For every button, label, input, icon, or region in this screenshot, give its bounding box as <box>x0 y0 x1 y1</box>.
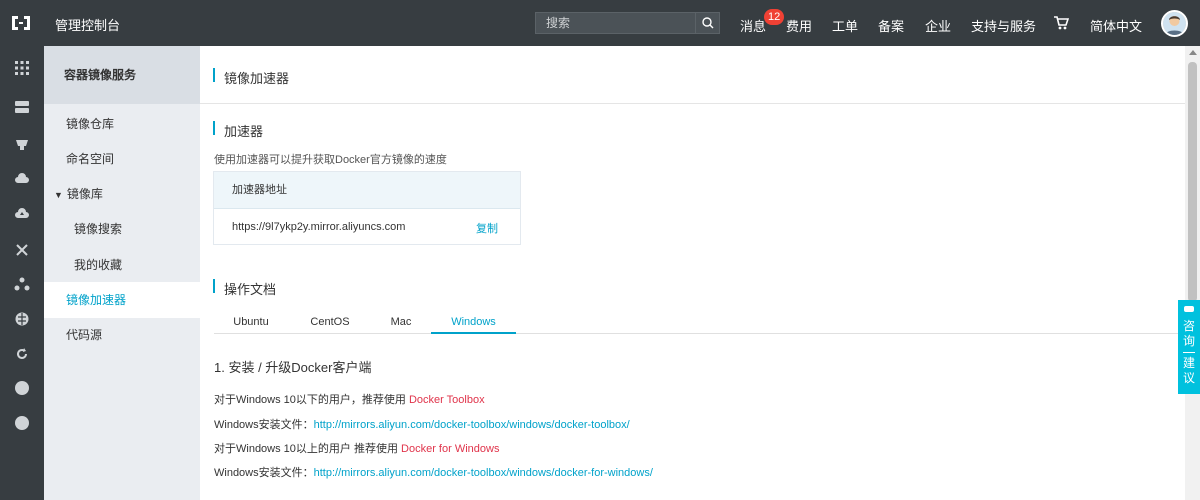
tab-ubuntu[interactable]: Ubuntu <box>222 316 280 334</box>
feedback-float-button[interactable]: 咨询 建议 <box>1178 300 1200 394</box>
avatar[interactable] <box>1161 10 1188 37</box>
database-icon[interactable] <box>14 136 30 152</box>
nav-icp[interactable]: 备案 <box>878 16 904 35</box>
nav-messages[interactable]: 消息 <box>740 16 766 35</box>
nav-language[interactable]: 简体中文 <box>1090 16 1142 35</box>
doc-line: 对于Windows 10以下的用户，推荐使用 Docker Toolbox <box>214 391 485 407</box>
page-header: 镜像加速器 <box>200 46 1185 104</box>
doc-text: Windows安装文件： <box>214 467 314 479</box>
doc-line: Windows安装文件：http://mirrors.aliyun.com/do… <box>214 416 630 432</box>
nav-fees[interactable]: 费用 <box>786 16 812 35</box>
accelerator-address-header: 加速器地址 <box>214 172 520 209</box>
accelerator-url: https://9l7ykp2y.mirror.aliyuncs.com <box>232 221 406 233</box>
os-tabs: Ubuntu CentOS Mac Windows <box>214 316 1185 334</box>
docs-section-title: 操作文档 <box>224 282 277 297</box>
doc-line: Windows安装文件：http://mirrors.aliyun.com/do… <box>214 464 653 480</box>
circle-icon[interactable] <box>14 415 30 431</box>
nav-tickets[interactable]: 工单 <box>832 16 858 35</box>
search-icon <box>702 17 714 29</box>
scrollbar-thumb[interactable] <box>1188 62 1197 302</box>
refresh-icon[interactable] <box>14 346 30 362</box>
docker-toolbox-link[interactable]: Docker Toolbox <box>409 394 485 406</box>
nav-support[interactable]: 支持与服务 <box>971 16 1036 35</box>
search-button[interactable] <box>695 13 719 33</box>
globe-icon[interactable] <box>14 311 30 327</box>
accelerator-description: 使用加速器可以提升获取Docker官方镜像的速度 <box>214 154 447 166</box>
toolbox-download-link[interactable]: http://mirrors.aliyun.com/docker-toolbox… <box>314 419 630 431</box>
sidebar-item-image-library[interactable]: ▼ 镜像库 <box>44 176 200 212</box>
docker-for-windows-download-link[interactable]: http://mirrors.aliyun.com/docker-toolbox… <box>314 467 653 479</box>
nodes-icon[interactable] <box>14 276 30 292</box>
sidebar-item-label: 我的收藏 <box>74 258 123 272</box>
main-content: 镜像加速器 加速器 使用加速器可以提升获取Docker官方镜像的速度 加速器地址… <box>200 46 1185 500</box>
sidebar-item-label: 代码源 <box>66 328 103 342</box>
doc-text: 对于Windows 10以上的用户 推荐使用 <box>214 443 402 455</box>
cloud-icon[interactable] <box>14 171 30 187</box>
page-title: 镜像加速器 <box>224 71 290 86</box>
scroll-up-arrow-icon[interactable] <box>1189 50 1197 55</box>
section-marker <box>213 279 215 293</box>
caret-down-icon: ▼ <box>54 190 63 200</box>
step-title: 1. 安装 / 升级Docker客户端 <box>214 360 372 375</box>
doc-text: 对于Windows 10以下的用户，推荐使用 <box>214 394 409 406</box>
network-icon[interactable] <box>14 242 30 258</box>
icon-rail <box>0 46 44 500</box>
scrollbar[interactable] <box>1185 46 1200 500</box>
sidebar-item-repositories[interactable]: 镜像仓库 <box>44 106 200 142</box>
sidebar-item-favorites[interactable]: 我的收藏 <box>44 247 200 283</box>
messages-count-badge: 12 <box>764 9 785 25</box>
search-input[interactable] <box>536 13 696 33</box>
doc-line: 对于Windows 10以上的用户 推荐使用 Docker for Window… <box>214 440 499 456</box>
aliyun-logo-icon[interactable] <box>10 14 32 32</box>
divider <box>1183 352 1195 353</box>
nav-enterprise[interactable]: 企业 <box>925 16 951 35</box>
tab-centos[interactable]: CentOS <box>301 316 359 334</box>
accelerator-address-box: 加速器地址 https://9l7ykp2y.mirror.aliyuncs.c… <box>213 171 521 245</box>
sidebar-item-label: 镜像库 <box>66 187 103 201</box>
service-sidebar: 容器镜像服务 镜像仓库 命名空间 ▼ 镜像库 镜像搜索 我的收藏 镜像加速器 代码… <box>44 46 200 500</box>
feedback-label-top: 咨询 <box>1183 319 1196 348</box>
section-marker <box>213 68 215 82</box>
sidebar-item-namespaces[interactable]: 命名空间 <box>44 141 200 177</box>
sidebar-item-image-search[interactable]: 镜像搜索 <box>44 211 200 247</box>
doc-text: Windows安装文件： <box>214 419 314 431</box>
tab-windows[interactable]: Windows <box>431 316 516 334</box>
sidebar-item-mirror-accelerator[interactable]: 镜像加速器 <box>44 282 200 318</box>
docker-for-windows-link[interactable]: Docker for Windows <box>401 443 499 455</box>
copy-button[interactable]: 复制 <box>476 220 498 236</box>
top-navigation-bar: 管理控制台 消息 12 费用 工单 备案 企业 支持与服务 简体中文 <box>0 0 1200 46</box>
accelerator-section-title: 加速器 <box>224 124 264 139</box>
sidebar-item-label: 镜像搜索 <box>74 222 123 236</box>
section-marker <box>213 121 215 135</box>
service-title: 容器镜像服务 <box>44 46 200 104</box>
circle-icon[interactable] <box>14 380 30 396</box>
grid-icon[interactable] <box>14 60 30 76</box>
tab-mac[interactable]: Mac <box>372 316 430 334</box>
sidebar-item-code-source[interactable]: 代码源 <box>44 317 200 353</box>
sidebar-item-label: 镜像仓库 <box>66 117 115 131</box>
cart-icon[interactable] <box>1053 15 1070 34</box>
console-title[interactable]: 管理控制台 <box>55 15 120 34</box>
sidebar-item-label: 命名空间 <box>66 152 115 166</box>
server-icon[interactable] <box>14 99 30 115</box>
sidebar-item-label: 镜像加速器 <box>66 293 127 307</box>
chat-icon <box>1184 306 1194 312</box>
cloud-upload-icon[interactable] <box>14 206 30 222</box>
search-box <box>535 12 720 34</box>
feedback-label-bottom: 建议 <box>1183 356 1196 385</box>
